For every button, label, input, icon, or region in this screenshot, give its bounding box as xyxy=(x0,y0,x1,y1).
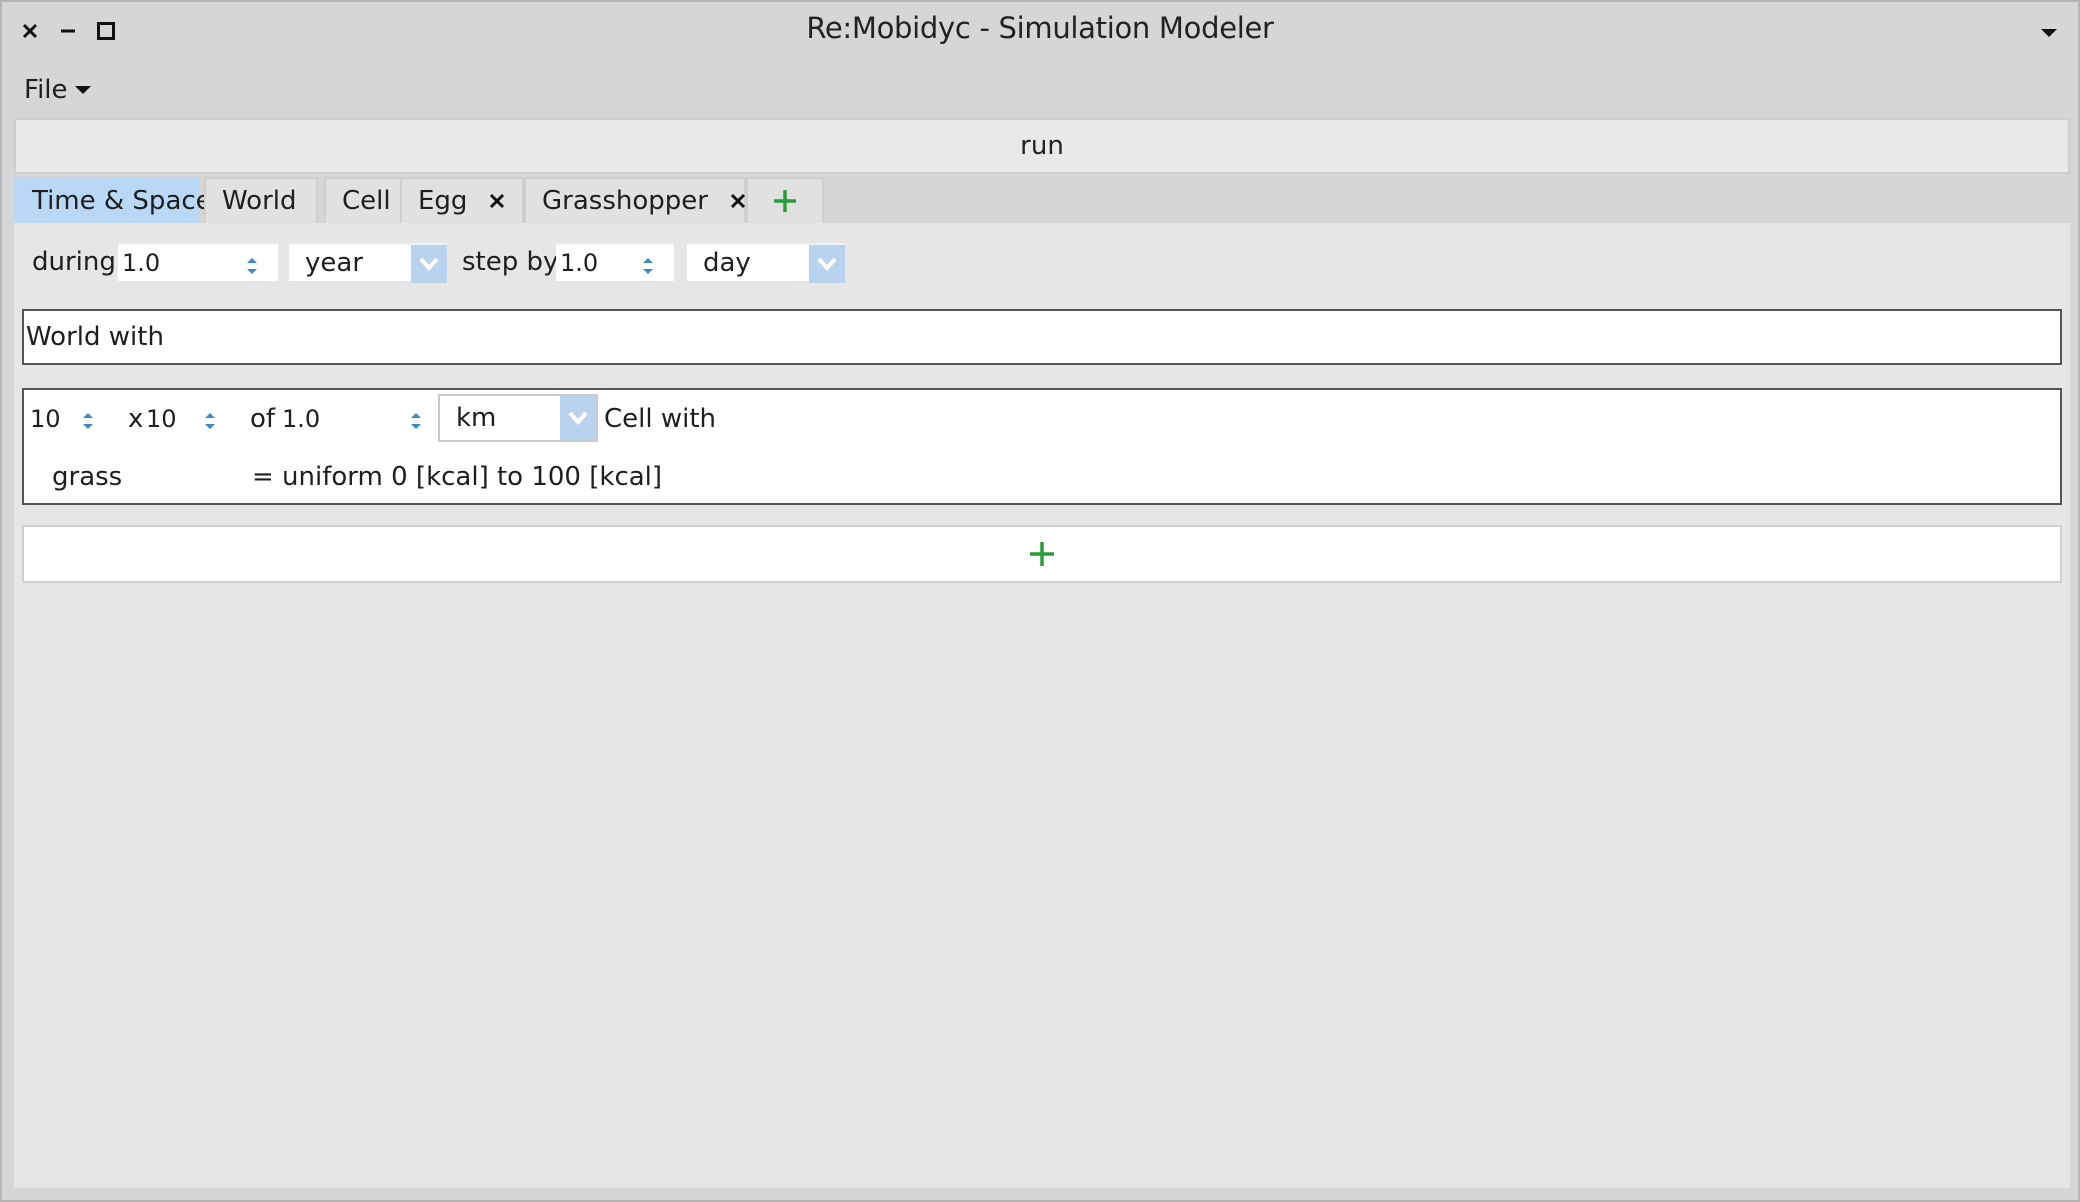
spinner-arrows-icon[interactable] xyxy=(80,409,96,433)
during-value-spinner[interactable]: 1.0 xyxy=(118,243,278,281)
triangle-down-icon xyxy=(74,86,91,94)
file-menu[interactable]: File xyxy=(24,72,92,108)
file-menu-label: File xyxy=(24,75,68,105)
world-with-label: World with xyxy=(26,322,164,352)
plus-icon xyxy=(1030,542,1054,566)
window-title: Re:Mobidyc - Simulation Modeler xyxy=(806,11,1274,45)
triangle-down-icon xyxy=(2041,29,2057,37)
title-bar: Re:Mobidyc - Simulation Modeler xyxy=(2,2,2078,60)
menu-bar: File xyxy=(2,64,2078,114)
tab-time-space[interactable]: Time & Space xyxy=(14,177,212,223)
close-tab-icon[interactable] xyxy=(730,193,746,209)
tab-world[interactable]: World xyxy=(204,177,318,223)
step-by-label: step by xyxy=(462,247,559,277)
spinner-value: 1.0 xyxy=(282,405,321,433)
attribute-expression[interactable]: = uniform 0 [kcal] to 100 [kcal] xyxy=(252,462,662,492)
spinner-arrows-icon[interactable] xyxy=(202,409,218,433)
tab-egg[interactable]: Egg xyxy=(400,177,524,223)
chevron-down-icon xyxy=(411,245,447,283)
dropdown-value: day xyxy=(703,248,751,278)
app-window: Re:Mobidyc - Simulation Modeler File run… xyxy=(0,0,2080,1202)
add-tab-button[interactable] xyxy=(746,177,824,223)
spinner-arrows-icon[interactable] xyxy=(244,254,260,278)
cell-with-label: Cell with xyxy=(604,404,717,434)
chevron-down-icon xyxy=(809,245,845,283)
of-label: of xyxy=(250,404,276,434)
dropdown-value: year xyxy=(305,248,364,278)
grid-rows-spinner[interactable]: 10 xyxy=(142,400,222,438)
tab-label: Cell xyxy=(342,186,391,216)
tab-grasshopper[interactable]: Grasshopper xyxy=(524,177,746,223)
tab-bar: Time & Space World Cell Egg Grasshopper xyxy=(14,174,2070,224)
cell-section: 10 x 10 of 1.0 km Cell with grass = unif xyxy=(22,388,2062,505)
run-button[interactable]: run xyxy=(14,118,2070,174)
during-unit-dropdown[interactable]: year xyxy=(289,243,447,283)
add-agent-button[interactable] xyxy=(22,525,2062,583)
chevron-down-icon xyxy=(560,396,596,440)
spinner-arrows-icon[interactable] xyxy=(640,254,656,278)
tab-label: Time & Space xyxy=(32,186,212,216)
during-label: during xyxy=(32,247,116,277)
cell-unit-dropdown[interactable]: km xyxy=(438,394,598,442)
duration-row: during 1.0 year step by 1.0 day xyxy=(14,241,1014,285)
tab-label: Grasshopper xyxy=(542,186,708,216)
tab-label: Egg xyxy=(418,186,468,216)
dropdown-value: km xyxy=(456,403,497,433)
grid-cols-spinner[interactable]: 10 xyxy=(26,400,98,438)
spinner-arrows-icon[interactable] xyxy=(408,409,424,433)
close-tab-icon[interactable] xyxy=(489,193,505,209)
spinner-value: 10 xyxy=(146,405,177,433)
plus-icon xyxy=(774,190,796,212)
spinner-value: 1.0 xyxy=(560,249,599,277)
step-value-spinner[interactable]: 1.0 xyxy=(556,243,674,281)
tab-label: World xyxy=(222,186,297,216)
attribute-name[interactable]: grass xyxy=(52,462,122,492)
world-section[interactable]: World with xyxy=(22,309,2062,365)
cell-size-spinner[interactable]: 1.0 xyxy=(278,400,428,438)
window-menu-button[interactable] xyxy=(2034,18,2064,48)
tab-cell[interactable]: Cell xyxy=(324,177,410,223)
step-unit-dropdown[interactable]: day xyxy=(687,243,845,283)
spinner-value: 1.0 xyxy=(122,249,161,277)
status-strip xyxy=(14,1188,2070,1200)
spinner-value: 10 xyxy=(30,405,61,433)
time-space-panel: during 1.0 year step by 1.0 day World wi… xyxy=(14,223,2070,1188)
